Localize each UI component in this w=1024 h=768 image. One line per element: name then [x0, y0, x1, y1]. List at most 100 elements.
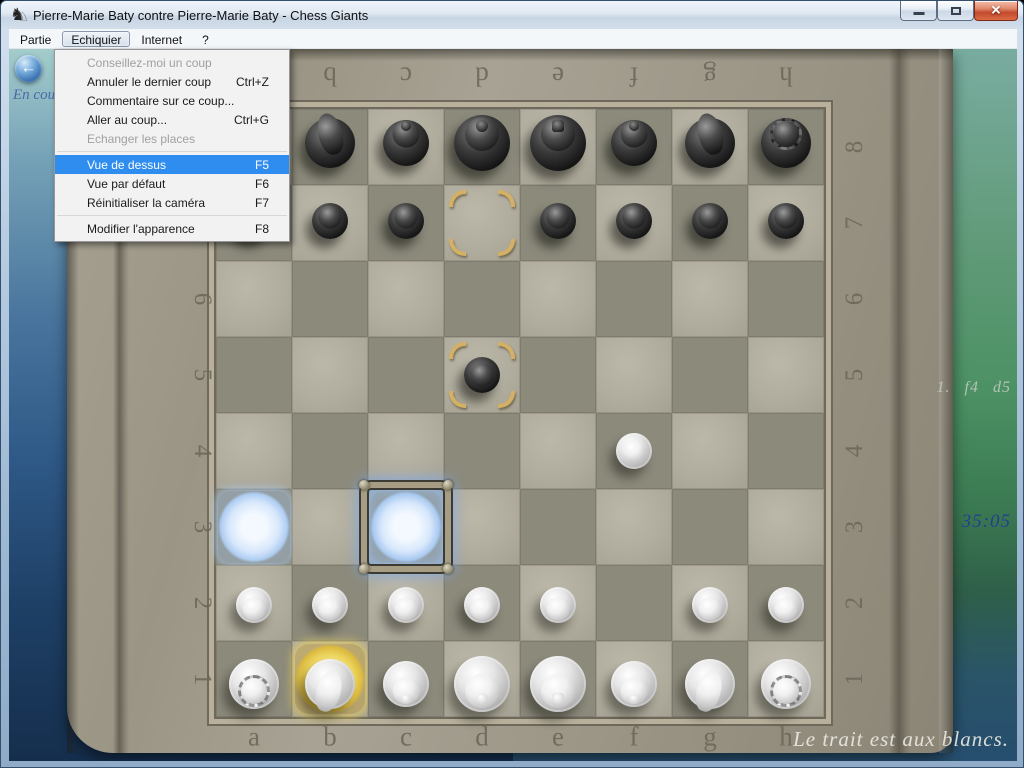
- menubar: PartieEchiquierInternet?: [9, 29, 1017, 49]
- square-h3[interactable]: [748, 489, 824, 565]
- square-f6[interactable]: [596, 261, 672, 337]
- piece-white-king-e1[interactable]: [520, 641, 596, 717]
- menubar-item-[interactable]: ?: [193, 31, 218, 47]
- square-d4[interactable]: [444, 413, 520, 489]
- square-a6[interactable]: [216, 261, 292, 337]
- piece-white-knight-g1[interactable]: [672, 641, 748, 717]
- square-g5[interactable]: [672, 337, 748, 413]
- menu-item-label: Vue de dessus: [87, 158, 166, 172]
- square-c3[interactable]: [368, 489, 444, 565]
- square-h6[interactable]: [748, 261, 824, 337]
- pawn-knob: [319, 205, 342, 228]
- square-g6[interactable]: [672, 261, 748, 337]
- piece-white-pawn-e2[interactable]: [520, 565, 596, 641]
- piece-white-rook-h1[interactable]: [748, 641, 824, 717]
- square-c4[interactable]: [368, 413, 444, 489]
- piece-black-pawn-b7[interactable]: [292, 185, 368, 261]
- rank-label-right-3: 3: [841, 521, 869, 534]
- piece-black-pawn-h7[interactable]: [748, 185, 824, 261]
- titlebar[interactable]: ♞♘ Pierre-Marie Baty contre Pierre-Marie…: [1, 1, 1023, 29]
- piece-black-knight-g8[interactable]: [672, 109, 748, 185]
- rank-label-right-5: 5: [841, 369, 869, 382]
- back-arrow-icon: ←: [21, 59, 37, 77]
- piece-black-pawn-c7[interactable]: [368, 185, 444, 261]
- piece-black-knight-b8[interactable]: [292, 109, 368, 185]
- menu-item-aller-au-coup[interactable]: Aller au coup...Ctrl+G: [55, 110, 289, 129]
- piece-black-bishop-c8[interactable]: [368, 109, 444, 185]
- piece-white-pawn-g2[interactable]: [672, 565, 748, 641]
- piece-white-queen-d1[interactable]: [444, 641, 520, 717]
- square-d7[interactable]: [444, 185, 520, 261]
- table-edge-right: [939, 49, 953, 753]
- piece-black-bishop-f8[interactable]: [596, 109, 672, 185]
- menubar-item-partie[interactable]: Partie: [11, 31, 60, 47]
- square-a5[interactable]: [216, 337, 292, 413]
- square-b5[interactable]: [292, 337, 368, 413]
- square-e3[interactable]: [520, 489, 596, 565]
- bishop-tip: [401, 694, 411, 704]
- square-f2[interactable]: [596, 565, 672, 641]
- file-label-bottom-c: c: [400, 722, 412, 753]
- square-a3[interactable]: [216, 489, 292, 565]
- close-button[interactable]: ✕: [974, 1, 1018, 21]
- rank-label-left-3: 3: [188, 521, 216, 534]
- square-h5[interactable]: [748, 337, 824, 413]
- piece-black-king-e8[interactable]: [520, 109, 596, 185]
- maximize-button[interactable]: [937, 1, 974, 21]
- piece-white-pawn-f4[interactable]: [596, 413, 672, 489]
- square-d3[interactable]: [444, 489, 520, 565]
- file-label-bottom-f: f: [630, 722, 639, 753]
- menu-item-commentaire-sur-ce-coup[interactable]: Commentaire sur ce coup...: [55, 91, 289, 110]
- piece-white-pawn-c2[interactable]: [368, 565, 444, 641]
- square-c5[interactable]: [368, 337, 444, 413]
- piece-black-pawn-g7[interactable]: [672, 185, 748, 261]
- bishop-tip: [401, 121, 411, 131]
- piece-white-bishop-c1[interactable]: [368, 641, 444, 717]
- rank-label-left-6: 6: [188, 293, 216, 306]
- back-button[interactable]: ←: [15, 55, 42, 82]
- square-c6[interactable]: [368, 261, 444, 337]
- pawn-knob: [547, 205, 570, 228]
- rank-label-right-1: 1: [841, 673, 869, 686]
- piece-white-pawn-d2[interactable]: [444, 565, 520, 641]
- menu-item-annuler-le-dernier-coup[interactable]: Annuler le dernier coupCtrl+Z: [55, 72, 289, 91]
- window-title: Pierre-Marie Baty contre Pierre-Marie Ba…: [33, 8, 368, 23]
- minimize-button[interactable]: [900, 1, 937, 21]
- rank-label-right-8: 8: [841, 141, 869, 154]
- menubar-item-echiquier[interactable]: Echiquier: [62, 31, 130, 47]
- piece-white-rook-a1[interactable]: [216, 641, 292, 717]
- square-g4[interactable]: [672, 413, 748, 489]
- square-b4[interactable]: [292, 413, 368, 489]
- piece-black-queen-d8[interactable]: [444, 109, 520, 185]
- piece-white-pawn-h2[interactable]: [748, 565, 824, 641]
- piece-white-pawn-a2[interactable]: [216, 565, 292, 641]
- square-f3[interactable]: [596, 489, 672, 565]
- menubar-item-internet[interactable]: Internet: [132, 31, 191, 47]
- square-g3[interactable]: [672, 489, 748, 565]
- piece-black-pawn-e7[interactable]: [520, 185, 596, 261]
- file-label-top-g: g: [703, 61, 717, 92]
- piece-white-knight-b1[interactable]: [292, 641, 368, 717]
- menu-item-vue-par-defaut[interactable]: Vue par défautF6: [55, 174, 289, 193]
- file-label-bottom-g: g: [703, 722, 717, 753]
- square-e6[interactable]: [520, 261, 596, 337]
- square-b3[interactable]: [292, 489, 368, 565]
- piece-black-pawn-f7[interactable]: [596, 185, 672, 261]
- piece-white-bishop-f1[interactable]: [596, 641, 672, 717]
- menu-item-modifier-l-apparence[interactable]: Modifier l'apparenceF8: [55, 219, 289, 238]
- square-f5[interactable]: [596, 337, 672, 413]
- rank-label-right-2: 2: [841, 597, 869, 610]
- square-e4[interactable]: [520, 413, 596, 489]
- pawn-knob: [243, 598, 266, 621]
- piece-black-rook-h8[interactable]: [748, 109, 824, 185]
- menu-item-reinitialiser-la-camera[interactable]: Réinitialiser la caméraF7: [55, 193, 289, 212]
- rank-label-right-6: 6: [841, 293, 869, 306]
- square-e5[interactable]: [520, 337, 596, 413]
- square-d6[interactable]: [444, 261, 520, 337]
- square-b6[interactable]: [292, 261, 368, 337]
- square-a4[interactable]: [216, 413, 292, 489]
- menu-item-label: Commentaire sur ce coup...: [87, 94, 234, 108]
- piece-white-pawn-b2[interactable]: [292, 565, 368, 641]
- square-h4[interactable]: [748, 413, 824, 489]
- menu-item-vue-de-dessus[interactable]: Vue de dessusF5: [55, 155, 289, 174]
